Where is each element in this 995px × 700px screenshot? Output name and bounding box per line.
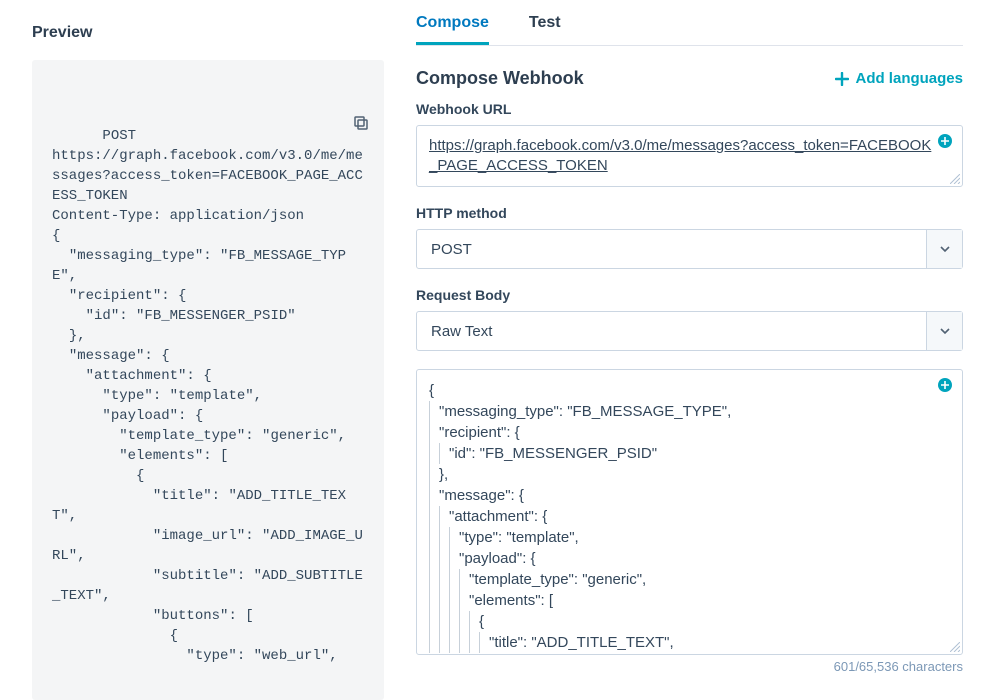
compose-header: Compose Webhook Add languages	[416, 68, 963, 89]
body-line: {	[429, 380, 932, 401]
body-line: "payload": {	[429, 548, 932, 569]
add-languages-label: Add languages	[855, 70, 963, 87]
body-line-text: {	[429, 380, 434, 401]
body-line-text: "recipient": {	[439, 422, 520, 443]
insert-token-icon[interactable]	[938, 134, 952, 148]
body-line: "messaging_type": "FB_MESSAGE_TYPE",	[429, 401, 932, 422]
chevron-down-icon	[926, 312, 962, 350]
compose-pane: Compose Test Compose Webhook Add languag…	[400, 0, 995, 700]
character-counter: 601/65,536 characters	[416, 659, 963, 674]
body-line: {	[429, 611, 932, 632]
tab-test[interactable]: Test	[529, 0, 561, 45]
body-line-text: "attachment": {	[449, 506, 547, 527]
webhook-url-value: https://graph.facebook.com/v3.0/me/messa…	[429, 137, 931, 174]
body-line: "title": "ADD_TITLE_TEXT",	[429, 632, 932, 653]
body-line: },	[429, 464, 932, 485]
body-line: "type": "template",	[429, 527, 932, 548]
body-line-text: "title": "ADD_TITLE_TEXT",	[489, 632, 674, 653]
copy-icon[interactable]	[352, 74, 370, 92]
preview-code-text: POST https://graph.facebook.com/v3.0/me/…	[52, 128, 363, 664]
http-method-value: POST	[417, 230, 926, 268]
body-line: "attachment": {	[429, 506, 932, 527]
body-line-text: "payload": {	[459, 548, 536, 569]
body-line-text: "type": "template",	[459, 527, 579, 548]
add-languages-button[interactable]: Add languages	[835, 70, 963, 87]
request-body-type-value: Raw Text	[417, 312, 926, 350]
body-line-text: "elements": [	[469, 590, 553, 611]
chevron-down-icon	[926, 230, 962, 268]
http-method-label: HTTP method	[416, 205, 963, 221]
tabs: Compose Test	[416, 0, 963, 46]
resize-handle-icon	[950, 174, 960, 184]
tab-compose[interactable]: Compose	[416, 0, 489, 45]
body-line-text: "message": {	[439, 485, 524, 506]
body-line: "template_type": "generic",	[429, 569, 932, 590]
body-line-text: {	[479, 611, 484, 632]
preview-pane: Preview POST https://graph.facebook.com/…	[0, 0, 400, 700]
body-line-text: },	[439, 464, 448, 485]
body-line: "id": "FB_MESSENGER_PSID"	[429, 443, 932, 464]
request-body-label: Request Body	[416, 287, 963, 303]
body-line-text: "id": "FB_MESSENGER_PSID"	[449, 443, 657, 464]
webhook-url-label: Webhook URL	[416, 101, 963, 117]
plus-icon	[835, 72, 849, 86]
body-line: "message": {	[429, 485, 932, 506]
body-line-text: "template_type": "generic",	[469, 569, 646, 590]
body-line: "elements": [	[429, 590, 932, 611]
request-body-type-select[interactable]: Raw Text	[416, 311, 963, 351]
preview-title: Preview	[32, 24, 384, 42]
preview-code-box: POST https://graph.facebook.com/v3.0/me/…	[32, 60, 384, 700]
compose-title: Compose Webhook	[416, 68, 584, 89]
insert-token-icon[interactable]	[938, 378, 952, 392]
body-line: "recipient": {	[429, 422, 932, 443]
body-line-text: "messaging_type": "FB_MESSAGE_TYPE",	[439, 401, 731, 422]
http-method-select[interactable]: POST	[416, 229, 963, 269]
resize-handle-icon	[950, 642, 960, 652]
request-body-input[interactable]: {"messaging_type": "FB_MESSAGE_TYPE","re…	[416, 369, 963, 655]
webhook-url-input[interactable]: https://graph.facebook.com/v3.0/me/messa…	[416, 125, 963, 187]
